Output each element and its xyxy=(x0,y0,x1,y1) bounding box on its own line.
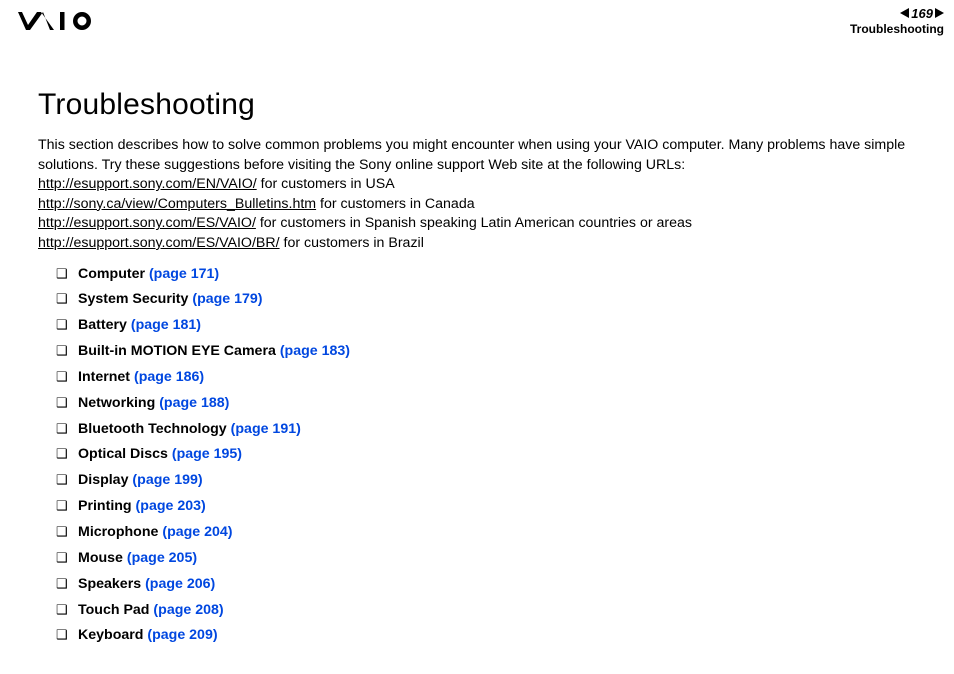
toc-page-ref[interactable]: (page 208) xyxy=(153,602,223,618)
toc-item: Networking (page 188) xyxy=(56,391,926,417)
prev-page-arrow-icon[interactable] xyxy=(900,8,909,18)
toc-label: Mouse xyxy=(78,550,123,566)
toc-list: Computer (page 171) System Security (pag… xyxy=(38,262,926,650)
page-nav: 169 xyxy=(850,7,944,20)
toc-page-ref[interactable]: (page 205) xyxy=(127,550,197,566)
support-link-canada[interactable]: http://sony.ca/view/Computers_Bulletins.… xyxy=(38,196,316,212)
toc-item: Built-in MOTION EYE Camera (page 183) xyxy=(56,339,926,365)
toc-item: Microphone (page 204) xyxy=(56,520,926,546)
intro-text: This section describes how to solve comm… xyxy=(38,136,926,254)
toc-label: Internet xyxy=(78,369,130,385)
toc-item: Mouse (page 205) xyxy=(56,546,926,572)
toc-item: Keyboard (page 209) xyxy=(56,623,926,649)
toc-label: Touch Pad xyxy=(78,602,149,618)
toc-item: Display (page 199) xyxy=(56,468,926,494)
toc-item: Speakers (page 206) xyxy=(56,572,926,598)
toc-label: Optical Discs xyxy=(78,446,168,462)
toc-label: Printing xyxy=(78,498,132,514)
toc-page-ref[interactable]: (page 186) xyxy=(134,369,204,385)
page-header: 169 Troubleshooting xyxy=(0,0,954,38)
toc-page-ref[interactable]: (page 181) xyxy=(131,317,201,333)
toc-page-ref[interactable]: (page 195) xyxy=(172,446,242,462)
support-suffix-canada: for customers in Canada xyxy=(316,196,475,212)
support-suffix-usa: for customers in USA xyxy=(257,176,395,192)
page-content: Troubleshooting This section describes h… xyxy=(0,38,954,649)
page-title: Troubleshooting xyxy=(38,88,926,122)
vaio-logo xyxy=(18,11,114,31)
toc-item: Bluetooth Technology (page 191) xyxy=(56,417,926,443)
toc-page-ref[interactable]: (page 199) xyxy=(132,472,202,488)
toc-label: Display xyxy=(78,472,128,488)
toc-item: Computer (page 171) xyxy=(56,262,926,288)
support-link-br[interactable]: http://esupport.sony.com/ES/VAIO/BR/ xyxy=(38,235,280,251)
toc-page-ref[interactable]: (page 204) xyxy=(162,524,232,540)
toc-page-ref[interactable]: (page 179) xyxy=(192,291,262,307)
toc-item: System Security (page 179) xyxy=(56,287,926,313)
toc-label: Speakers xyxy=(78,576,141,592)
toc-page-ref[interactable]: (page 191) xyxy=(231,421,301,437)
toc-page-ref[interactable]: (page 183) xyxy=(280,343,350,359)
toc-label: Keyboard xyxy=(78,627,143,643)
intro-line1: This section describes how to solve comm… xyxy=(38,137,905,173)
toc-label: Built-in MOTION EYE Camera xyxy=(78,343,276,359)
support-link-es[interactable]: http://esupport.sony.com/ES/VAIO/ xyxy=(38,215,256,231)
toc-item: Battery (page 181) xyxy=(56,313,926,339)
toc-label: Microphone xyxy=(78,524,158,540)
header-right: 169 Troubleshooting xyxy=(850,7,944,36)
section-label: Troubleshooting xyxy=(850,22,944,36)
toc-page-ref[interactable]: (page 171) xyxy=(149,266,219,282)
toc-item: Touch Pad (page 208) xyxy=(56,598,926,624)
page-number: 169 xyxy=(911,7,933,20)
toc-label: System Security xyxy=(78,291,188,307)
toc-item: Optical Discs (page 195) xyxy=(56,442,926,468)
toc-page-ref[interactable]: (page 209) xyxy=(147,627,217,643)
support-link-usa[interactable]: http://esupport.sony.com/EN/VAIO/ xyxy=(38,176,257,192)
toc-label: Battery xyxy=(78,317,127,333)
toc-label: Computer xyxy=(78,266,145,282)
toc-page-ref[interactable]: (page 188) xyxy=(159,395,229,411)
support-suffix-br: for customers in Brazil xyxy=(280,235,424,251)
toc-page-ref[interactable]: (page 203) xyxy=(136,498,206,514)
toc-label: Bluetooth Technology xyxy=(78,421,227,437)
toc-item: Printing (page 203) xyxy=(56,494,926,520)
toc-page-ref[interactable]: (page 206) xyxy=(145,576,215,592)
next-page-arrow-icon[interactable] xyxy=(935,8,944,18)
support-suffix-es: for customers in Spanish speaking Latin … xyxy=(256,215,692,231)
toc-item: Internet (page 186) xyxy=(56,365,926,391)
toc-label: Networking xyxy=(78,395,155,411)
